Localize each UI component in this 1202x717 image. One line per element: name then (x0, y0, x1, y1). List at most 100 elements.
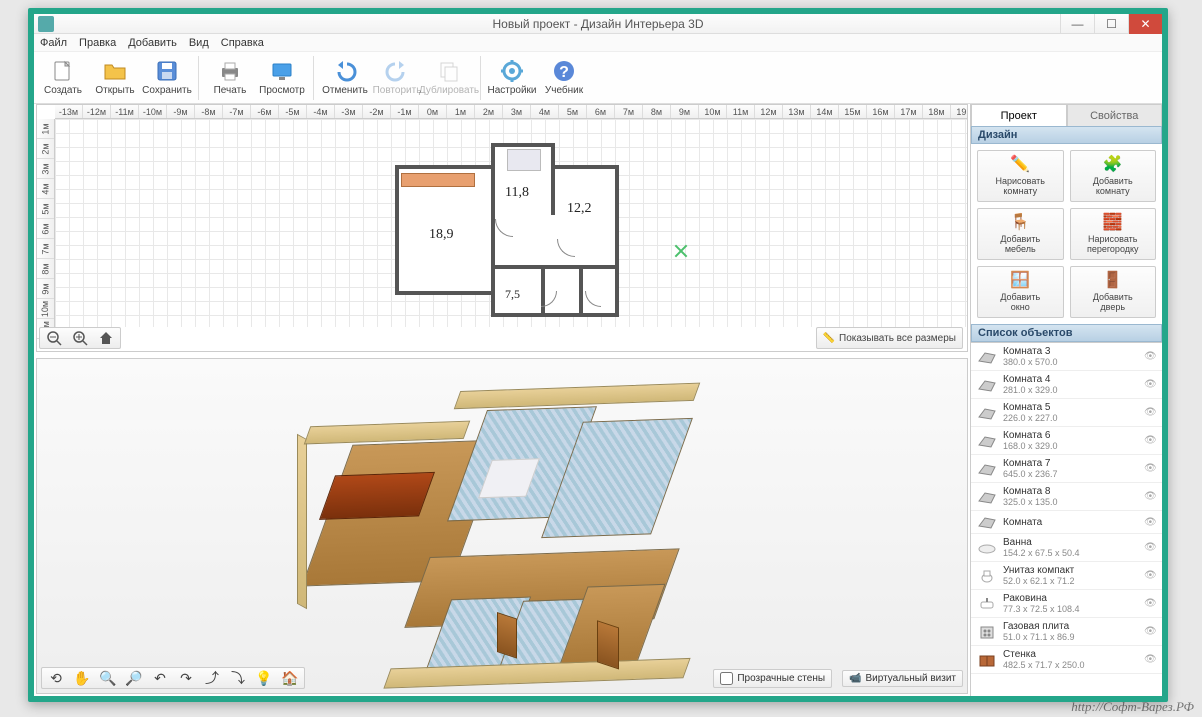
furniture-bed[interactable] (507, 149, 541, 171)
light-button[interactable]: 💡 (254, 669, 274, 687)
visibility-toggle-icon[interactable]: 👁 (1144, 435, 1156, 446)
object-list-item[interactable]: Комната 5226.0 x 227.0👁 (971, 399, 1162, 427)
toolbar-create-button[interactable]: Создать (38, 54, 88, 102)
orbit-left-button[interactable]: ↶ (150, 669, 170, 687)
add-furniture-button[interactable]: 🪑Добавитьмебель (977, 208, 1064, 260)
open-label: Открыть (95, 85, 134, 96)
view-2d[interactable]: -13м-12м-11м-10м-9м-8м-7м-6м-5м-4м-3м-2м… (36, 104, 968, 352)
visibility-toggle-icon[interactable]: 👁 (1144, 491, 1156, 502)
rotate-button[interactable]: ⟲ (46, 669, 66, 687)
home-button[interactable] (96, 329, 116, 347)
object-list-item[interactable]: Газовая плита51.0 x 71.1 x 86.9👁 (971, 618, 1162, 646)
menu-edit[interactable]: Правка (79, 37, 116, 49)
room-icon (977, 433, 997, 449)
visibility-toggle-icon[interactable]: 👁 (1144, 351, 1156, 362)
object-name: Комната 6 (1003, 430, 1138, 441)
object-list-item[interactable]: Раковина77.3 x 72.5 x 108.4👁 (971, 590, 1162, 618)
visibility-toggle-icon[interactable]: 👁 (1144, 598, 1156, 609)
toolbar-redo-button: Повторить (372, 54, 422, 102)
stove-icon (977, 624, 997, 640)
menu-file[interactable]: Файл (40, 37, 67, 49)
toolbar-settings-button[interactable]: Настройки (487, 54, 537, 102)
tilt-up-button[interactable]: ⤴ (202, 669, 222, 687)
visibility-toggle-icon[interactable]: 👁 (1144, 517, 1156, 528)
menu-view[interactable]: Вид (189, 37, 209, 49)
settings-icon (500, 59, 524, 83)
object-list-item[interactable]: Стенка482.5 x 71.7 x 250.0👁 (971, 646, 1162, 674)
object-list-item[interactable]: Унитаз компакт52.0 x 62.1 x 71.2👁 (971, 562, 1162, 590)
transparent-walls-toggle[interactable]: Прозрачные стены (713, 669, 832, 688)
app-icon (38, 16, 54, 32)
draw-room-button[interactable]: ✏️Нарисоватькомнату (977, 150, 1064, 202)
visibility-toggle-icon[interactable]: 👁 (1144, 463, 1156, 474)
room-icon (977, 461, 997, 477)
furniture-wall-unit[interactable] (401, 173, 475, 187)
toggle-dimensions[interactable]: 📏 Показывать все размеры (816, 327, 963, 349)
ruler-vertical: 1м2м3м4м5м6м7м8м9м10м11м (37, 119, 55, 327)
object-name: Комната 4 (1003, 374, 1138, 385)
room-2-label: 11,8 (505, 185, 529, 201)
canvas-2d[interactable]: 18,9 11,8 12,2 (55, 119, 967, 327)
home-button[interactable]: 🏠 (280, 669, 300, 687)
toolbar-help-button[interactable]: ?Учебник (539, 54, 589, 102)
toolbar-save-button[interactable]: Сохранить (142, 54, 192, 102)
object-list-item[interactable]: Комната 3380.0 x 570.0👁 (971, 343, 1162, 371)
add-door-button[interactable]: 🚪Добавитьдверь (1070, 266, 1157, 318)
object-name: Раковина (1003, 593, 1138, 604)
object-list-item[interactable]: Ванна154.2 x 67.5 x 50.4👁 (971, 534, 1162, 562)
visibility-toggle-icon[interactable]: 👁 (1144, 626, 1156, 637)
object-list-item[interactable]: Комната👁 (971, 511, 1162, 534)
virtual-visit-button[interactable]: 📹 Виртуальный визит (842, 670, 963, 687)
create-icon (51, 59, 75, 83)
visibility-toggle-icon[interactable]: 👁 (1144, 654, 1156, 665)
pan-button[interactable]: ✋ (72, 669, 92, 687)
zoom-out-button[interactable]: 🔍 (98, 669, 118, 687)
view-label: Просмотр (259, 85, 305, 96)
maximize-button[interactable]: ☐ (1094, 14, 1128, 34)
save-label: Сохранить (142, 85, 192, 96)
view-3d[interactable]: ⟲ ✋ 🔍 🔎 ↶ ↷ ⤴ ⤵ 💡 🏠 Проз (36, 358, 968, 694)
settings-label: Настройки (487, 85, 536, 96)
toolbar-print-button[interactable]: Печать (205, 54, 255, 102)
object-dimensions: 380.0 x 570.0 (1003, 357, 1138, 367)
close-button[interactable]: ✕ (1128, 14, 1162, 34)
object-list-item[interactable]: Комната 7645.0 x 236.7👁 (971, 455, 1162, 483)
toilet-icon (977, 568, 997, 584)
door-3d[interactable] (497, 612, 517, 659)
toolbar-undo-button[interactable]: Отменить (320, 54, 370, 102)
create-label: Создать (44, 85, 82, 96)
menubar: Файл Правка Добавить Вид Справка (34, 34, 1162, 52)
object-name: Ванна (1003, 537, 1138, 548)
orbit-right-button[interactable]: ↷ (176, 669, 196, 687)
visibility-toggle-icon[interactable]: 👁 (1144, 542, 1156, 553)
object-list-item[interactable]: Комната 4281.0 x 329.0👁 (971, 371, 1162, 399)
tilt-down-button[interactable]: ⤵ (228, 669, 248, 687)
visibility-toggle-icon[interactable]: 👁 (1144, 570, 1156, 581)
model-3d[interactable] (287, 371, 747, 694)
zoom-out-button[interactable] (44, 329, 64, 347)
add-window-button[interactable]: 🪟Добавитьокно (977, 266, 1064, 318)
add-furniture-icon: 🪑 (1010, 213, 1030, 233)
transparent-walls-checkbox[interactable] (720, 672, 733, 685)
toolbar-open-button[interactable]: Открыть (90, 54, 140, 102)
add-room-button[interactable]: 🧩Добавитькомнату (1070, 150, 1157, 202)
tab-properties[interactable]: Свойства (1067, 104, 1163, 126)
object-list-item[interactable]: Комната 8325.0 x 135.0👁 (971, 483, 1162, 511)
object-name: Стенка (1003, 649, 1138, 660)
minimize-button[interactable]: — (1060, 14, 1094, 34)
menu-help[interactable]: Справка (221, 37, 264, 49)
visibility-toggle-icon[interactable]: 👁 (1144, 407, 1156, 418)
menu-add[interactable]: Добавить (128, 37, 177, 49)
tab-project[interactable]: Проект (971, 104, 1067, 126)
zoom-in-button[interactable]: 🔎 (124, 669, 144, 687)
visibility-toggle-icon[interactable]: 👁 (1144, 379, 1156, 390)
object-list-item[interactable]: Комната 6168.0 x 329.0👁 (971, 427, 1162, 455)
object-list[interactable]: Комната 3380.0 x 570.0👁Комната 4281.0 x … (971, 342, 1162, 696)
redo-icon (385, 59, 409, 83)
toolbar-view-button[interactable]: Просмотр (257, 54, 307, 102)
door-3d[interactable] (597, 620, 619, 669)
furniture-3d-wall-unit[interactable] (319, 472, 435, 520)
draw-wall-button[interactable]: 🧱Нарисоватьперегородку (1070, 208, 1157, 260)
zoom-in-button[interactable] (70, 329, 90, 347)
room-icon (977, 514, 997, 530)
